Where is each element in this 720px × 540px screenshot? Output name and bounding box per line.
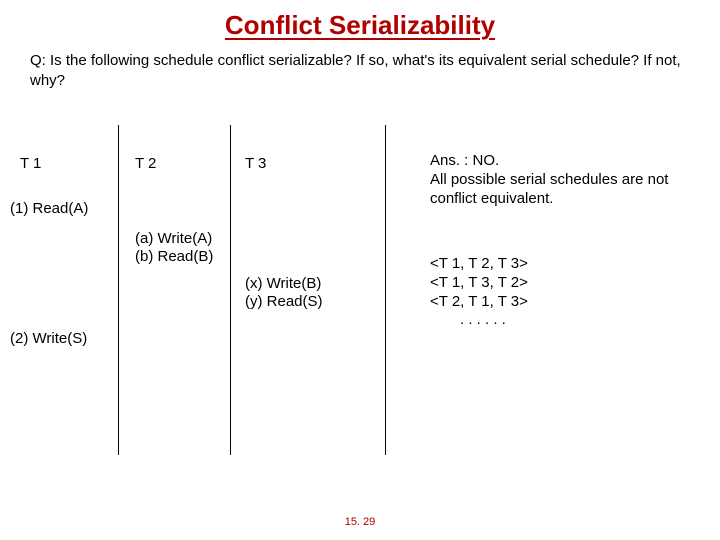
t2-op-read-b: (b) Read(B) bbox=[135, 248, 213, 266]
question-text: Q: Is the following schedule conflict se… bbox=[0, 41, 720, 90]
col-header-t3: T 3 bbox=[245, 155, 266, 172]
answer-block: Ans. : NO. All possible serial schedules… bbox=[430, 152, 700, 208]
t1-op-read-a: (1) Read(A) bbox=[10, 200, 88, 218]
slide-number: 15. 29 bbox=[0, 516, 720, 528]
t1-op-write-s: (2) Write(S) bbox=[10, 330, 87, 348]
divider-vline-1 bbox=[118, 125, 119, 455]
order-2: <T 1, T 3, T 2> bbox=[430, 274, 528, 293]
col-header-t1: T 1 bbox=[20, 155, 41, 172]
answer-line2: All possible serial schedules are not co… bbox=[430, 171, 700, 209]
divider-vline-3 bbox=[385, 125, 386, 455]
t3-op-read-s: (y) Read(S) bbox=[245, 293, 323, 311]
divider-vline-2 bbox=[230, 125, 231, 455]
answer-line1: Ans. : NO. bbox=[430, 152, 700, 171]
serial-orders: <T 1, T 2, T 3> <T 1, T 3, T 2> <T 2, T … bbox=[430, 255, 528, 330]
t2-op-write-a: (a) Write(A) bbox=[135, 230, 212, 248]
t3-op-write-b: (x) Write(B) bbox=[245, 275, 321, 293]
slide-title: Conflict Serializability bbox=[0, 0, 720, 41]
order-3: <T 2, T 1, T 3> bbox=[430, 293, 528, 312]
col-header-t2: T 2 bbox=[135, 155, 156, 172]
order-ellipsis: . . . . . . bbox=[430, 311, 528, 330]
order-1: <T 1, T 2, T 3> bbox=[430, 255, 528, 274]
